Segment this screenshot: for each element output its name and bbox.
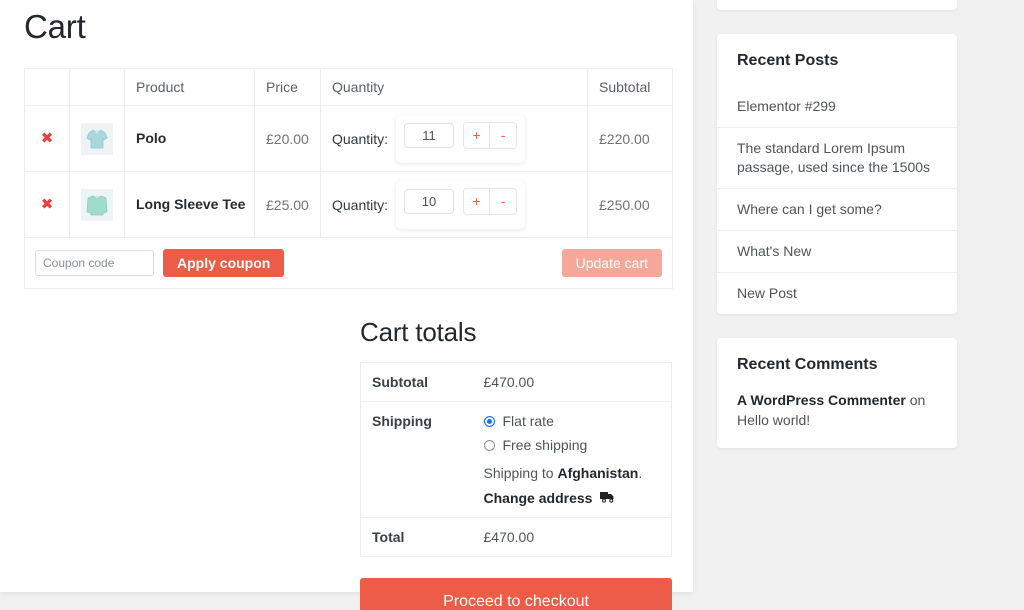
change-address-link[interactable]: Change address	[484, 490, 672, 506]
header-price: Price	[254, 68, 321, 106]
quantity-label: Quantity:	[332, 196, 389, 213]
main-content-column: Cart Product Price Quantity Subtotal ✖ P…	[0, 0, 693, 610]
search-widget	[717, 0, 957, 10]
cart-totals-title: Cart totals	[360, 317, 477, 347]
proceed-to-checkout-button[interactable]: Proceed to checkout	[360, 578, 672, 610]
table-row: ✖ Long Sleeve Tee £25.00 Quantity: 10 + …	[24, 171, 673, 238]
cart-row-product-cell: Polo	[124, 105, 255, 172]
header-subtotal: Subtotal	[587, 68, 673, 106]
page-title: Cart	[24, 8, 86, 45]
recent-comments-widget: Recent Comments A WordPress Commenter on…	[717, 338, 957, 448]
recent-post-link[interactable]: Where can I get some?	[717, 189, 957, 230]
totals-row-total: Total £470.00	[360, 517, 672, 557]
shipping-options-cell: Flat rate Free shipping Shipping to Afgh…	[472, 401, 672, 518]
recent-post-link[interactable]: New Post	[717, 273, 957, 314]
shipping-label: Shipping	[360, 401, 473, 518]
quantity-stepper: + -	[396, 114, 526, 163]
coupon-row: Apply coupon Update cart	[24, 237, 673, 289]
change-address-label: Change address	[483, 490, 593, 506]
cart-row-price: £20.00	[254, 105, 321, 172]
comment-post-link[interactable]: Hello world!	[737, 412, 810, 428]
radio-free-shipping-icon[interactable]	[483, 439, 495, 451]
cart-row-price: £25.00	[254, 171, 321, 238]
shipping-option-free-shipping[interactable]: Free shipping	[483, 437, 672, 453]
update-cart-button[interactable]: Update cart	[561, 249, 662, 277]
total-label: Total	[360, 517, 473, 557]
quantity-decrement-button[interactable]: -	[490, 188, 517, 214]
list-item: New Post	[717, 272, 957, 314]
apply-coupon-button[interactable]: Apply coupon	[163, 249, 285, 277]
quantity-increment-button[interactable]: +	[464, 122, 491, 148]
totals-row-shipping: Shipping Flat rate Free shipping Shippin…	[360, 401, 672, 518]
quantity-stepper: + -	[396, 180, 526, 229]
recent-posts-list: Elementor #299 The standard Lorem Ipsum …	[717, 86, 957, 314]
list-item: The standard Lorem Ipsum passage, used s…	[717, 127, 957, 188]
coupon-cell: Apply coupon Update cart	[24, 237, 673, 289]
totals-row-subtotal: Subtotal £470.00	[361, 363, 672, 402]
product-name-link[interactable]: Polo	[136, 130, 166, 146]
sidebar: Recent Posts Elementor #299 The standard…	[717, 0, 957, 472]
shipping-to-prefix: Shipping to	[483, 465, 558, 481]
cart-row-quantity-cell: Quantity: + -	[320, 171, 588, 238]
comment-author: A WordPress Commenter	[737, 392, 906, 408]
cart-row-subtotal: £220.00	[587, 105, 673, 172]
table-row: ✖ Polo £20.00 Quantity: 11 + - £220.00	[24, 105, 673, 172]
cart-row-subtotal: £250.00	[587, 171, 673, 238]
polo-shirt-thumbnail[interactable]	[81, 122, 113, 155]
cart-table: Product Price Quantity Subtotal ✖ Polo £…	[24, 68, 673, 289]
shipping-to-country: Afghanistan	[557, 465, 639, 481]
quantity-decrement-button[interactable]: -	[490, 122, 517, 148]
subtotal-label: Subtotal	[372, 374, 428, 390]
list-item: What's New	[717, 230, 957, 272]
list-item: Where can I get some?	[717, 188, 957, 230]
list-item: A WordPress Commenter on Hello world!	[717, 374, 957, 448]
header-thumbnail	[69, 68, 125, 106]
remove-x-icon[interactable]: ✖	[41, 130, 54, 146]
coupon-input[interactable]	[35, 250, 154, 276]
recent-post-link[interactable]: What's New	[717, 231, 957, 272]
comment-connector: on	[905, 392, 926, 408]
cart-table-header-row: Product Price Quantity Subtotal	[24, 68, 673, 106]
cart-row-quantity-cell: Quantity: + -	[320, 105, 588, 172]
shipping-to-suffix: .	[638, 465, 643, 481]
header-remove	[24, 68, 70, 106]
cart-totals-table: Subtotal £470.00 Shipping Flat rate Free…	[360, 362, 672, 557]
quantity-input[interactable]	[404, 188, 455, 214]
quantity-input[interactable]	[404, 122, 455, 148]
product-name-link[interactable]: Long Sleeve Tee	[136, 196, 245, 212]
header-quantity: Quantity	[320, 68, 588, 106]
cart-totals-section: Cart totals Subtotal £470.00 Shipping Fl…	[360, 317, 672, 610]
recent-post-link[interactable]: Elementor #299	[717, 86, 957, 127]
cart-row-product-cell: Long Sleeve Tee	[124, 171, 255, 238]
header-product: Product	[124, 68, 255, 106]
shipping-truck-icon	[600, 490, 615, 506]
recent-post-link[interactable]: The standard Lorem Ipsum passage, used s…	[717, 128, 957, 188]
shipping-option-flat-rate[interactable]: Flat rate	[483, 413, 672, 429]
subtotal-value: £470.00	[483, 374, 535, 390]
remove-x-icon[interactable]: ✖	[41, 196, 54, 212]
total-value: £470.00	[472, 517, 672, 557]
long-sleeve-tee-thumbnail[interactable]	[81, 188, 113, 221]
cart-row-remove-cell: ✖	[24, 171, 70, 238]
recent-posts-title: Recent Posts	[737, 52, 839, 69]
radio-flat-rate-icon[interactable]	[483, 415, 495, 427]
shipping-option-label: Flat rate	[502, 413, 554, 429]
shipping-destination: Shipping to Afghanistan.	[484, 465, 672, 481]
quantity-increment-button[interactable]: +	[464, 188, 491, 214]
page-root: Cart Product Price Quantity Subtotal ✖ P…	[0, 0, 1024, 610]
quantity-label: Quantity:	[332, 130, 389, 147]
cart-row-thumbnail-cell	[69, 171, 125, 238]
shipping-option-label: Free shipping	[502, 437, 588, 453]
cart-row-thumbnail-cell	[69, 105, 125, 172]
recent-comments-title: Recent Comments	[737, 356, 878, 373]
recent-posts-widget: Recent Posts Elementor #299 The standard…	[717, 34, 957, 314]
cart-row-remove-cell: ✖	[24, 105, 70, 172]
list-item: Elementor #299	[717, 86, 957, 127]
